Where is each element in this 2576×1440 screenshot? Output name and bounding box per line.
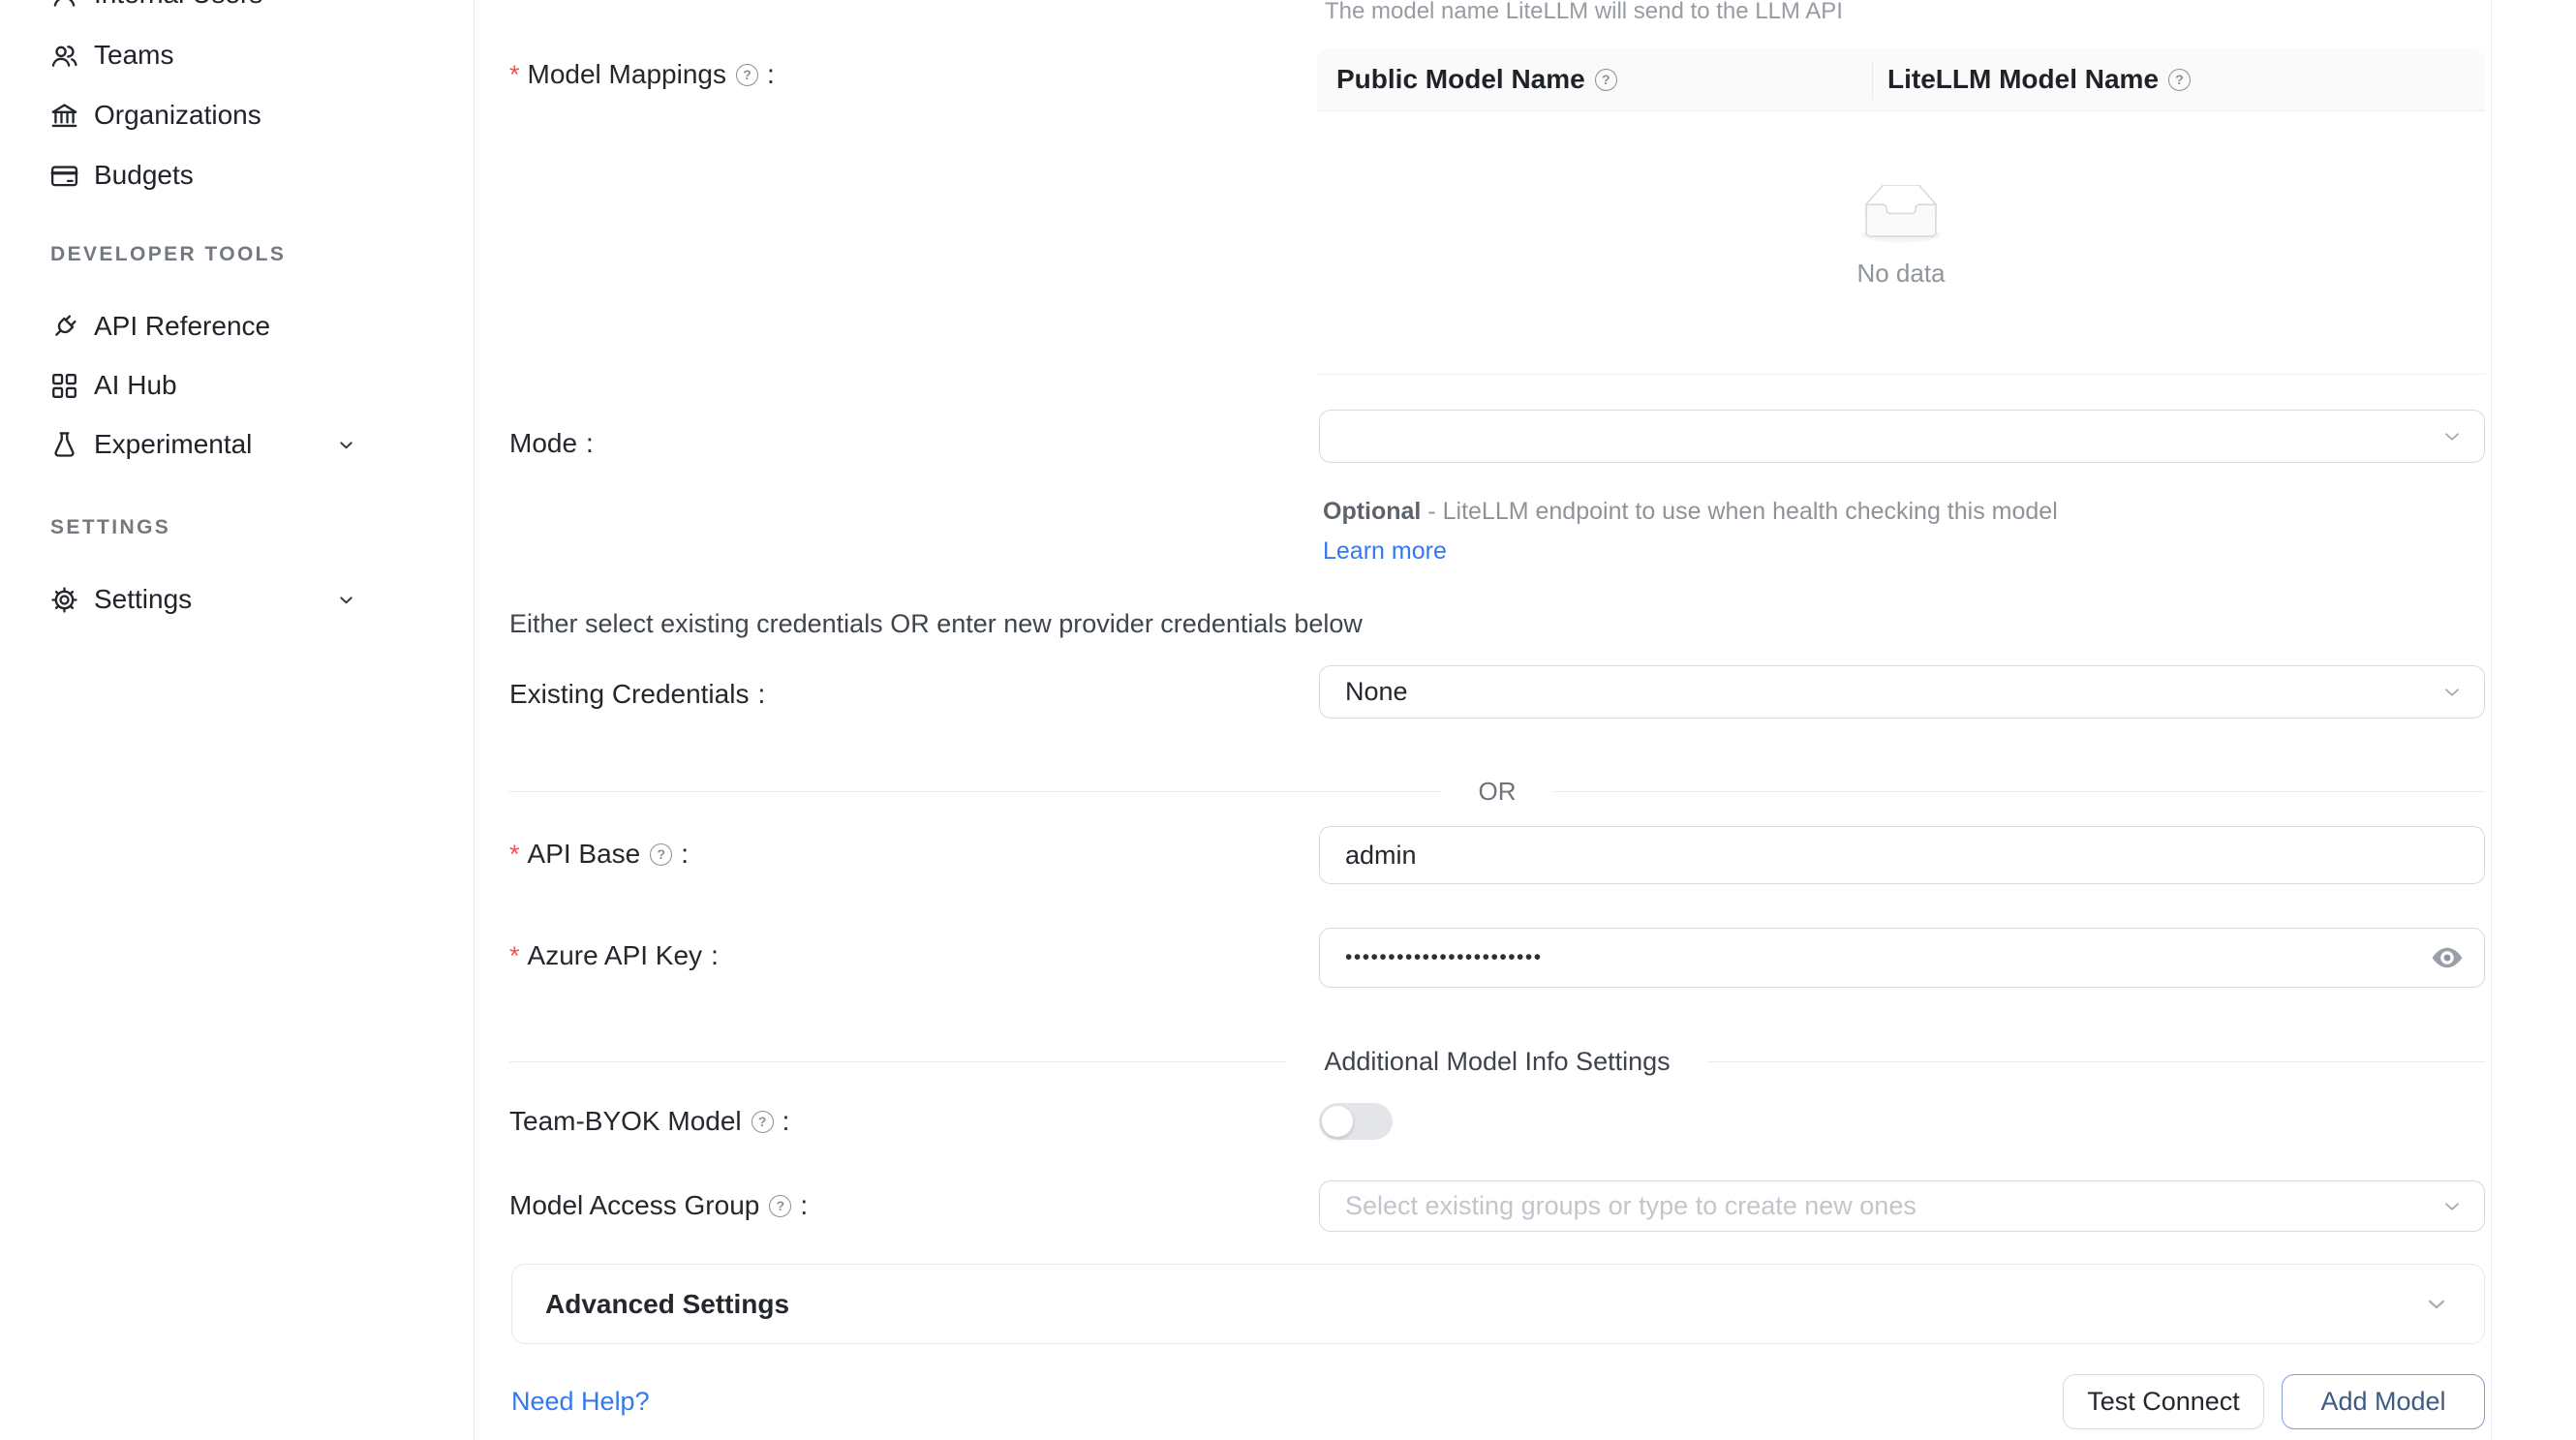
sidebar-item-settings[interactable]: Settings — [48, 569, 358, 629]
mode-label: Mode : — [509, 423, 594, 464]
model-mappings-table: Public Model Name ? LiteLLM Model Name ?… — [1317, 48, 2485, 375]
api-base-input[interactable]: admin — [1319, 826, 2485, 884]
help-question-icon[interactable]: ? — [2168, 69, 2191, 91]
existing-credentials-value: None — [1345, 677, 1408, 707]
column-divider — [1872, 61, 1873, 100]
existing-credentials-label: Existing Credentials : — [509, 674, 765, 715]
azure-api-key-input[interactable]: ••••••••••••••••••••••• — [1319, 928, 2485, 988]
sidebar-item-label: Organizations — [94, 100, 261, 131]
chevron-down-icon — [334, 433, 358, 457]
need-help-link[interactable]: Need Help? — [511, 1387, 650, 1417]
mode-select[interactable] — [1319, 410, 2485, 463]
masked-password-value: ••••••••••••••••••••••• — [1345, 946, 1543, 969]
help-question-icon[interactable]: ? — [736, 64, 758, 86]
team-icon — [48, 40, 80, 72]
bank-icon — [48, 100, 80, 132]
advanced-settings-panel[interactable]: Advanced Settings — [511, 1264, 2485, 1344]
content-edge-line — [2491, 0, 2492, 1440]
model-mappings-label: * Model Mappings ? : — [509, 54, 775, 95]
user-icon — [48, 0, 80, 11]
sidebar: Internal Users Teams Organizations Budge… — [0, 0, 475, 1440]
credentials-note: Either select existing credentials OR en… — [509, 609, 1363, 639]
sidebar-item-experimental[interactable]: Experimental — [48, 414, 358, 475]
litellm-model-name-help-text: The model name LiteLLM will send to the … — [1325, 0, 1843, 25]
advanced-settings-title: Advanced Settings — [545, 1289, 789, 1320]
sidebar-section-developer-tools: DEVELOPER TOOLS — [50, 243, 286, 266]
flask-icon — [48, 429, 80, 461]
sidebar-item-label: Experimental — [94, 429, 252, 460]
credit-card-icon — [48, 160, 80, 192]
empty-box-icon — [1853, 185, 1949, 247]
azure-api-key-label: * Azure API Key : — [509, 935, 719, 976]
empty-state-text: No data — [1856, 259, 1945, 289]
team-byok-label: Team-BYOK Model ? : — [509, 1101, 789, 1142]
divider-line — [509, 791, 1442, 792]
required-asterisk: * — [509, 941, 520, 971]
chevron-down-icon — [2439, 680, 2465, 705]
gear-icon — [48, 584, 80, 616]
model-access-group-placeholder: Select existing groups or type to create… — [1345, 1191, 1917, 1221]
help-question-icon[interactable]: ? — [650, 843, 672, 866]
table-header-row: Public Model Name ? LiteLLM Model Name ? — [1317, 48, 2485, 111]
mode-help-text: Optional - LiteLLM endpoint to use when … — [1323, 492, 2098, 571]
help-question-icon[interactable]: ? — [769, 1195, 791, 1217]
api-base-value: admin — [1345, 841, 1417, 871]
column-header-litellm-model-name: LiteLLM Model Name ? — [1872, 64, 2485, 95]
sidebar-section-settings: SETTINGS — [50, 516, 170, 539]
divider-line — [1707, 1061, 2485, 1062]
chevron-down-icon — [2439, 424, 2465, 449]
sidebar-item-teams[interactable]: Teams — [48, 25, 358, 85]
chevron-down-icon — [2422, 1290, 2451, 1319]
table-body: No data — [1317, 111, 2485, 375]
divider-line — [509, 1061, 1287, 1062]
test-connect-button[interactable]: Test Connect — [2063, 1374, 2264, 1429]
or-divider: OR — [509, 776, 2485, 807]
sidebar-item-api-reference[interactable]: API Reference — [48, 296, 358, 356]
sidebar-item-organizations[interactable]: Organizations — [48, 85, 358, 145]
chevron-down-icon — [334, 588, 358, 612]
eye-icon[interactable] — [2430, 940, 2465, 975]
sidebar-item-budgets[interactable]: Budgets — [48, 145, 358, 205]
sidebar-item-ai-hub[interactable]: AI Hub — [48, 355, 358, 415]
required-asterisk: * — [509, 840, 520, 870]
divider-line — [1553, 791, 2486, 792]
sidebar-item-label: AI Hub — [94, 370, 177, 401]
model-access-group-label: Model Access Group ? : — [509, 1185, 808, 1226]
grid-icon — [48, 370, 80, 402]
empty-state: No data — [1317, 185, 2485, 289]
help-question-icon[interactable]: ? — [751, 1111, 774, 1133]
sidebar-item-label: Settings — [94, 584, 192, 615]
existing-credentials-select[interactable]: None — [1319, 665, 2485, 719]
chevron-down-icon — [2439, 1194, 2465, 1219]
sidebar-item-label: Teams — [94, 40, 173, 71]
model-access-group-select[interactable]: Select existing groups or type to create… — [1319, 1180, 2485, 1232]
team-byok-toggle[interactable] — [1319, 1103, 1393, 1140]
sidebar-item-label: Budgets — [94, 160, 194, 191]
column-header-public-model-name: Public Model Name ? — [1317, 64, 1872, 95]
sidebar-item-label: Internal Users — [94, 0, 262, 10]
learn-more-link[interactable]: Learn more — [1323, 537, 1447, 565]
add-model-page: Internal Users Teams Organizations Budge… — [0, 0, 2576, 1440]
help-question-icon[interactable]: ? — [1595, 69, 1617, 91]
sidebar-item-internal-users[interactable]: Internal Users — [48, 0, 358, 24]
additional-info-divider: Additional Model Info Settings — [509, 1046, 2485, 1077]
api-plug-icon — [48, 311, 80, 343]
api-base-label: * API Base ? : — [509, 834, 689, 874]
required-asterisk: * — [509, 60, 520, 90]
sidebar-item-label: API Reference — [94, 311, 270, 342]
toggle-knob — [1322, 1106, 1353, 1137]
add-model-button[interactable]: Add Model — [2282, 1374, 2485, 1429]
